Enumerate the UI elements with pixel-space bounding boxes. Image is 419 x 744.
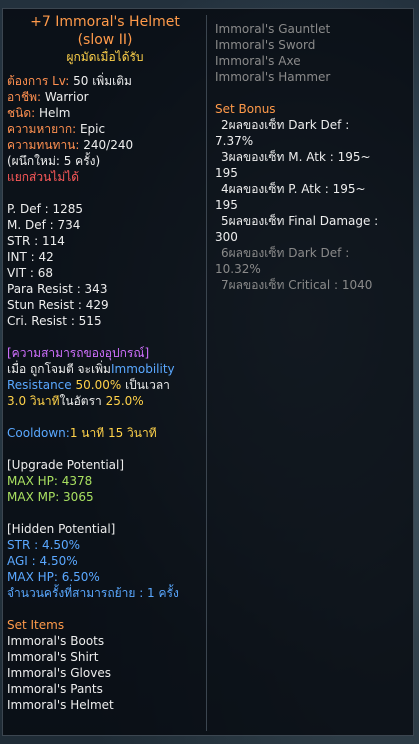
set-bonus-active-value: 7.37% [215, 134, 254, 148]
hidden-line: AGI : 4.50% [7, 554, 78, 568]
req-level: ต้องการ Lv: 50 เพิ่มเติม [7, 73, 203, 89]
req-rarity: ความหายาก: Epic [7, 121, 203, 137]
req-level-label: ต้องการ Lv: [7, 74, 70, 88]
tooltip-right-column: Immoral's Gauntlet Immoral's Sword Immor… [215, 21, 411, 293]
ability-effect-cont: Resistance [7, 378, 76, 392]
set-item-owned: Immoral's Pants [7, 682, 103, 696]
req-rarity-value: Epic [79, 122, 106, 136]
ability-trigger: เมื่อ ถูกโจมตี จะเพิ่ม [7, 362, 111, 376]
ability-rate: 25.0% [105, 394, 144, 408]
set-items-header: Set Items [7, 618, 65, 632]
req-type-label: ชนิด: [7, 106, 36, 120]
ability-rate-label: ในอัตรา [59, 394, 106, 408]
item-subname: (slow II) [77, 32, 133, 48]
set-item-owned: Immoral's Boots [7, 634, 105, 648]
req-rarity-label: ความหายาก: [7, 122, 77, 136]
seal-count: (ผนึกใหม่: 5 ครั้ง) [7, 154, 101, 168]
set-bonus-inactive: 6ผลของเซ็ท Dark Def : [221, 246, 350, 260]
set-item-owned: Immoral's Shirt [7, 650, 99, 664]
stat-line: INT : 42 [7, 250, 54, 264]
set-bonus-active-value: 195 [215, 198, 238, 212]
hidden-line: MAX HP: 6.50% [7, 570, 100, 584]
req-durability-value: 240/240 [83, 138, 134, 152]
ability-line-1: เมื่อ ถูกโจมตี จะเพิ่มImmobility [7, 361, 203, 377]
set-bonus-active: 2ผลของเซ็ท Dark Def : [221, 118, 350, 132]
ability-header: [ความสามารถของอุปกรณ์] [7, 346, 150, 360]
set-item-owned: Immoral's Gloves [7, 666, 111, 680]
set-bonus-header: Set Bonus [215, 102, 276, 116]
ability-effect: Immobility [110, 362, 175, 376]
req-class-value: Warrior [44, 90, 89, 104]
set-item-missing: Immoral's Gauntlet [215, 22, 331, 36]
req-durability-label: ความทนทาน: [7, 138, 80, 152]
stat-line: STR : 114 [7, 234, 65, 248]
set-item-missing: Immoral's Hammer [215, 70, 331, 84]
upgrade-line: MAX MP: 3065 [7, 490, 94, 504]
stat-line: P. Def : 1285 [7, 202, 84, 216]
req-class: อาชีพ: Warrior [7, 89, 203, 105]
req-class-label: อาชีพ: [7, 90, 42, 104]
item-tooltip: +7 Immoral's Helmet (slow II) ผูกมัดเมื่… [2, 8, 414, 736]
req-type: ชนิด: Helm [7, 105, 203, 121]
ability-duration-label: เป็นเวลา [121, 378, 170, 392]
hidden-transfer: จำนวนครั้งที่สามารถย้าย : 1 ครั้ง [7, 586, 179, 600]
column-divider [206, 15, 207, 731]
set-bonus-active: 4ผลของเซ็ท P. Atk : 195~ [221, 182, 366, 196]
set-item-missing: Immoral's Sword [215, 38, 316, 52]
set-item-owned: Immoral's Helmet [7, 698, 114, 712]
req-level-value: 50 เพิ่มเติม [73, 74, 132, 88]
stat-line: Para Resist : 343 [7, 282, 108, 296]
cooldown: Cooldown:1 นาที 15 วินาที [7, 425, 203, 441]
hidden-line: STR : 4.50% [7, 538, 81, 552]
ability-line-2: Resistance 50.00% เป็นเวลา [7, 377, 203, 393]
ability-duration: 3.0 วินาที [7, 394, 60, 408]
item-name: +7 Immoral's Helmet [30, 14, 180, 30]
stat-line: Stun Resist : 429 [7, 298, 109, 312]
set-bonus-active-value: 300 [215, 230, 238, 244]
set-bonus-active: 3ผลของเซ็ท M. Atk : 195~ [221, 150, 371, 164]
cooldown-label: Cooldown: [7, 426, 70, 440]
set-bonus-active-value: 195 [215, 166, 238, 180]
set-bonus-inactive: 7ผลของเซ็ท Critical : 1040 [221, 278, 373, 292]
req-durability: ความทนทาน: 240/240 [7, 137, 203, 153]
set-item-missing: Immoral's Axe [215, 54, 301, 68]
bind-note: ผูกมัดเมื่อได้รับ [66, 50, 144, 64]
stat-line: M. Def : 734 [7, 218, 81, 232]
cooldown-value: 1 นาที 15 วินาที [69, 426, 157, 440]
ability-line-3: 3.0 วินาทีในอัตรา 25.0% [7, 393, 203, 409]
upgrade-header: [Upgrade Potential] [7, 458, 125, 472]
ability-percent: 50.00% [75, 378, 122, 392]
set-bonus-active: 5ผลของเซ็ท Final Damage : [221, 214, 379, 228]
req-type-value: Helm [39, 106, 71, 120]
stat-line: Cri. Resist : 515 [7, 314, 102, 328]
tooltip-left-column: +7 Immoral's Helmet (slow II) ผูกมัดเมื่… [7, 9, 203, 713]
hidden-header: [Hidden Potential] [7, 522, 116, 536]
stat-line: VIT : 68 [7, 266, 54, 280]
set-bonus-inactive-value: 10.32% [215, 262, 261, 276]
upgrade-line: MAX HP: 4378 [7, 474, 93, 488]
no-decompose: แยกส่วนไม่ได้ [7, 170, 80, 184]
